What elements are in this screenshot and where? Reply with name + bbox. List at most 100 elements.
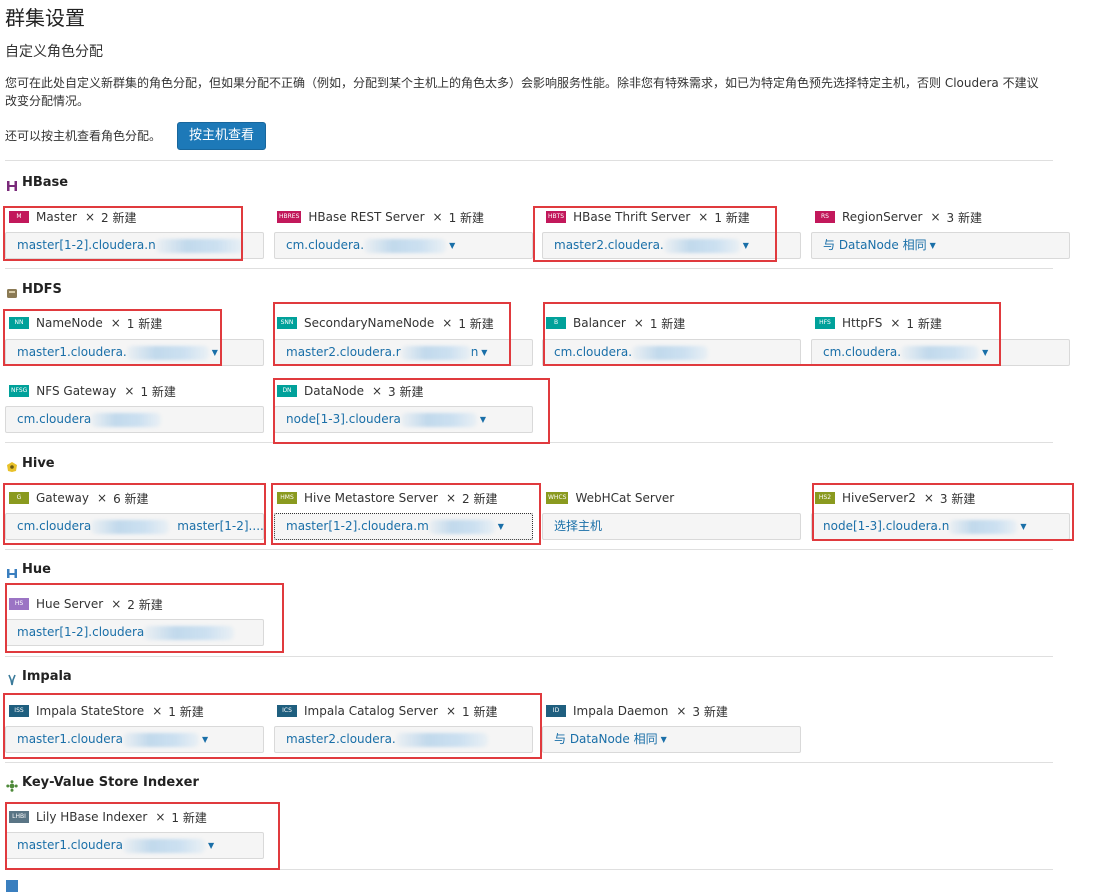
host-select-value: cm.cloudera. <box>554 345 633 359</box>
role-count: 2 新建 <box>462 491 498 506</box>
chevron-down-icon: ▼ <box>449 241 456 250</box>
role-name: WebHCat Server <box>575 491 675 505</box>
role-name: Lily HBase Indexer <box>36 810 148 824</box>
page-description: 您可在此处自定义新群集的角色分配，但如果分配不正确（例如，分配到某个主机上的角色… <box>5 76 1039 108</box>
host-select-value: master2.cloudera. <box>286 732 396 746</box>
role-count: 3 新建 <box>692 704 728 719</box>
remove-role-button[interactable]: × <box>124 384 134 398</box>
divider <box>5 160 1053 161</box>
redacted-text <box>632 345 709 360</box>
role-badge-webhcat: WHCS <box>546 492 569 504</box>
remove-role-button[interactable]: × <box>111 316 121 330</box>
role-count: 3 新建 <box>388 384 424 399</box>
role-name: HBase REST Server <box>308 210 425 224</box>
role-lily-hbase-indexer: LHBI Lily HBase Indexer × 1 新建 <box>9 809 207 825</box>
section-title-hue: Hue <box>22 562 51 577</box>
chevron-down-icon: ▼ <box>207 841 215 850</box>
role-count: 1 新建 <box>714 210 750 225</box>
redacted-text <box>400 345 471 360</box>
remove-role-button[interactable]: × <box>446 491 456 505</box>
role-badge-datanode: DN <box>277 385 297 397</box>
role-badge-httpfs: HFS <box>815 317 835 329</box>
divider <box>5 268 1053 269</box>
remove-role-button[interactable]: × <box>152 704 162 718</box>
host-select-balancer[interactable]: cm.cloudera. <box>542 339 801 366</box>
role-count: 1 新建 <box>140 384 176 399</box>
host-select-webhcat[interactable]: 选择主机 <box>542 513 801 540</box>
role-name: Hue Server <box>36 597 104 611</box>
section-title-hbase: HBase <box>22 175 69 190</box>
remove-role-button[interactable]: × <box>698 210 708 224</box>
role-count: 3 新建 <box>946 210 982 225</box>
remove-role-button[interactable]: × <box>634 316 644 330</box>
remove-role-button[interactable]: × <box>155 810 165 824</box>
host-select-impala-daemon[interactable]: 与 DataNode 相同 ▼ <box>542 726 801 753</box>
role-count: 1 新建 <box>126 316 163 331</box>
role-badge-master: M <box>9 211 29 223</box>
role-name: HttpFS <box>842 316 883 330</box>
view-by-host-button[interactable]: 按主机查看 <box>177 122 266 150</box>
host-select-hbase-thrift[interactable]: master2.cloudera. ▼ <box>542 232 801 259</box>
host-select-value: 选择主机 <box>554 519 603 533</box>
section-header-hive: Hive <box>6 456 55 472</box>
host-select-httpfs[interactable]: cm.cloudera. ▼ <box>811 339 1070 366</box>
remove-role-button[interactable]: × <box>442 316 452 330</box>
host-select-hiveserver2[interactable]: node[1-3].cloudera.n ▼ <box>811 513 1070 540</box>
host-select-master[interactable]: master[1-2].cloudera.n <box>5 232 264 259</box>
role-badge-snn: SNN <box>277 317 297 329</box>
remove-role-button[interactable]: × <box>433 210 443 224</box>
host-select-impala-statestore[interactable]: master1.cloudera ▼ <box>5 726 264 753</box>
host-select-hue-server[interactable]: master[1-2].cloudera <box>5 619 264 646</box>
section-header-hbase: HBase <box>6 175 69 191</box>
host-select-namenode[interactable]: master1.cloudera. ▼ <box>5 339 264 366</box>
role-count: 6 新建 <box>113 491 149 506</box>
remove-role-button[interactable]: × <box>85 210 95 224</box>
section-title-hive: Hive <box>22 456 55 471</box>
host-select-impala-catalog[interactable]: master2.cloudera. <box>274 726 533 753</box>
host-select-datanode[interactable]: node[1-3].cloudera ▼ <box>274 406 533 433</box>
remove-role-button[interactable]: × <box>446 704 456 718</box>
key-value-store-icon <box>6 777 18 792</box>
page-title: 群集设置 <box>5 6 85 30</box>
service-icon <box>6 880 18 892</box>
chevron-down-icon: ▼ <box>929 241 936 250</box>
role-count: 1 新建 <box>448 210 485 225</box>
host-select-lily-hbase-indexer[interactable]: master1.cloudera ▼ <box>5 832 264 859</box>
remove-role-button[interactable]: × <box>930 210 940 224</box>
redacted-text <box>901 345 980 360</box>
host-select-regionserver[interactable]: 与 DataNode 相同 ▼ <box>811 232 1070 259</box>
host-select-hive-metastore[interactable]: master[1-2].cloudera.m ▼ <box>274 513 533 540</box>
role-count: 2 新建 <box>127 597 163 612</box>
host-select-value: cm.cloudera <box>17 519 92 533</box>
role-datanode: DN DataNode × 3 新建 <box>277 383 424 399</box>
host-select-secondarynamenode[interactable]: master2.cloudera.r n ▼ <box>274 339 533 366</box>
host-select-hbase-rest[interactable]: cm.cloudera. ▼ <box>274 232 533 259</box>
remove-role-button[interactable]: × <box>97 491 107 505</box>
role-nfs-gateway: NFSG NFS Gateway × 1 新建 <box>9 383 176 399</box>
page-subtitle: 自定义角色分配 <box>5 44 103 60</box>
host-select-nfs-gateway[interactable]: cm.cloudera <box>5 406 264 433</box>
role-count: 1 新建 <box>906 316 942 331</box>
redacted-text <box>126 345 209 360</box>
remove-role-button[interactable]: × <box>372 384 382 398</box>
remove-role-button[interactable]: × <box>111 597 121 611</box>
role-secondarynamenode: SNN SecondaryNameNode × 1 新建 <box>277 315 494 331</box>
host-select-value: node[1-3].cloudera.n <box>823 519 950 533</box>
remove-role-button[interactable]: × <box>676 704 686 718</box>
role-hive-metastore: HMS Hive Metastore Server × 2 新建 <box>277 490 497 506</box>
role-name: Hive Metastore Server <box>304 491 438 505</box>
role-badge-hbase-thrift: HBTS <box>546 211 567 223</box>
role-name: Gateway <box>36 491 90 505</box>
remove-role-button[interactable]: × <box>924 491 934 505</box>
redacted-text <box>91 519 170 534</box>
host-select-hive-gateway[interactable]: cm.cloudera master[1-2].... <box>5 513 264 540</box>
role-name: Balancer <box>573 316 626 330</box>
role-name: SecondaryNameNode <box>304 316 435 330</box>
role-httpfs: HFS HttpFS × 1 新建 <box>815 315 942 331</box>
role-hiveserver2: HS2 HiveServer2 × 3 新建 <box>815 490 975 506</box>
divider <box>5 656 1053 657</box>
remove-role-button[interactable]: × <box>890 316 900 330</box>
redacted-text <box>428 519 495 534</box>
redacted-text <box>91 412 162 427</box>
role-name: NameNode <box>36 316 103 330</box>
